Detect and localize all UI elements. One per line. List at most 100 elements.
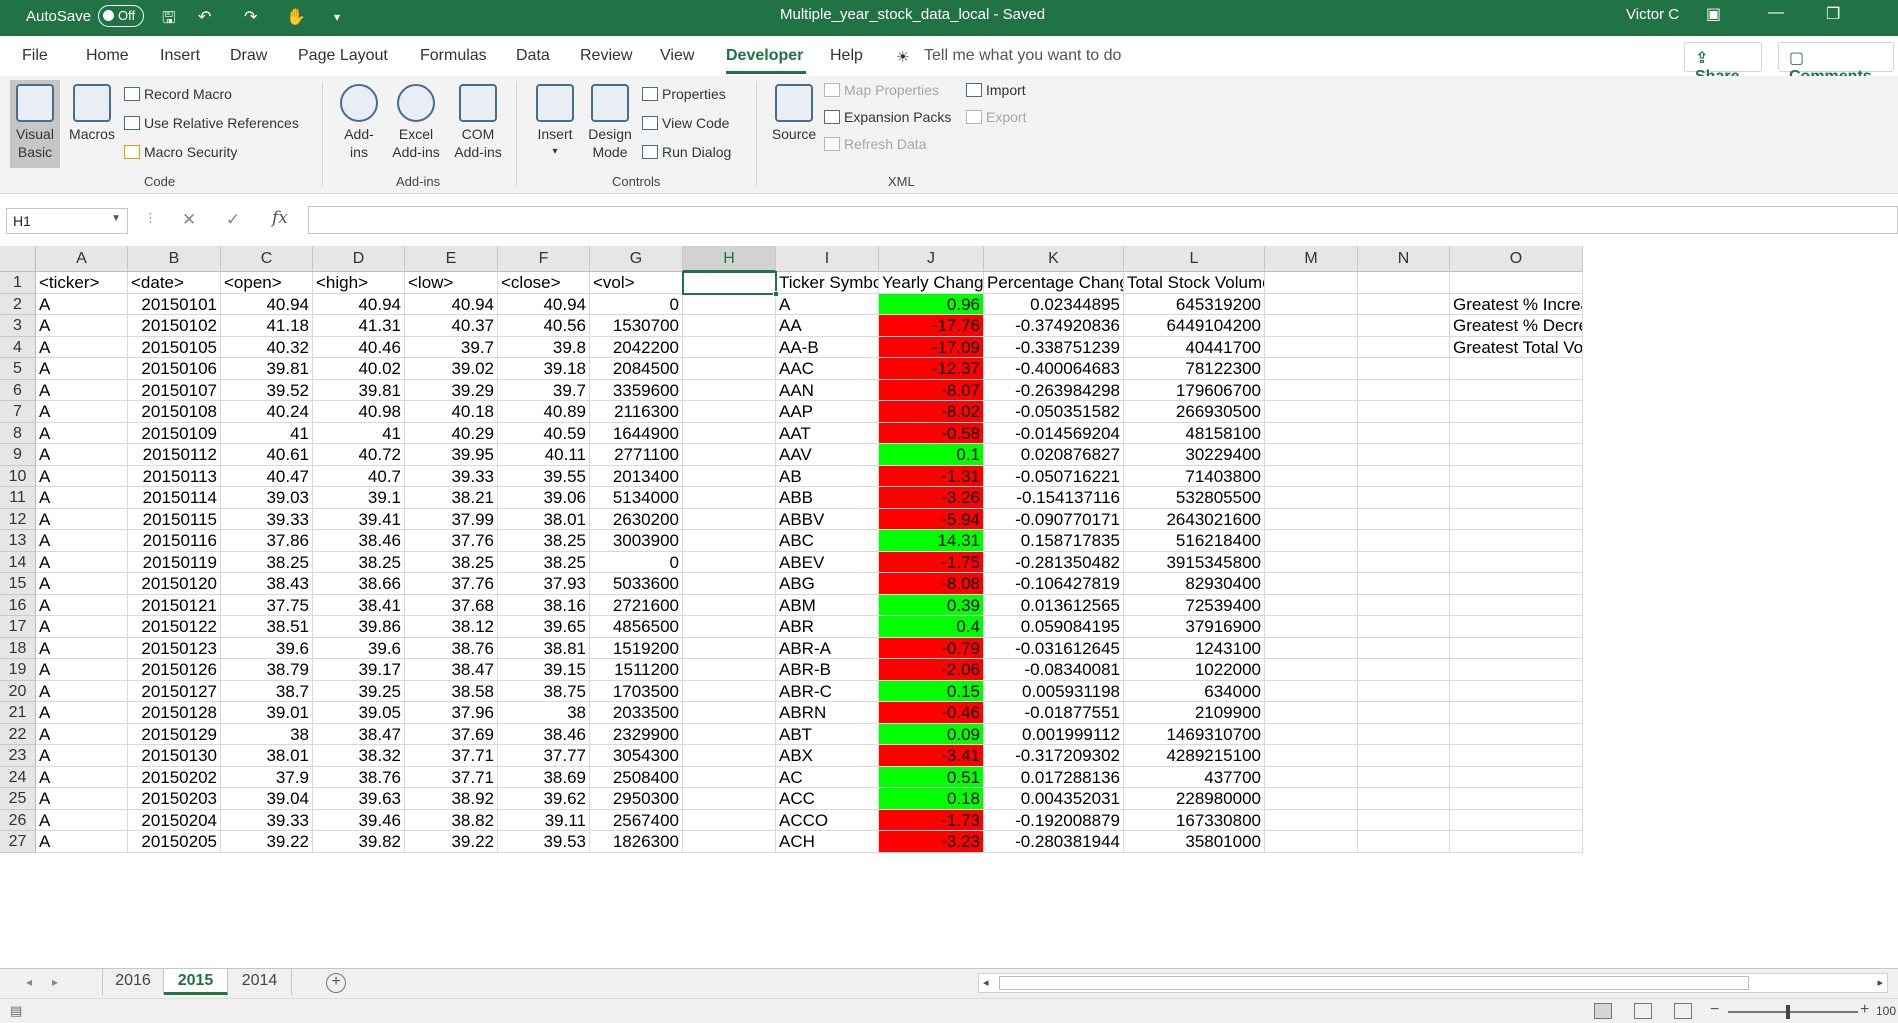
cell-k6[interactable]: -0.263984298 xyxy=(984,379,1124,401)
cell-m6[interactable] xyxy=(1265,379,1358,401)
cell-f22[interactable]: 38.46 xyxy=(498,723,590,745)
cell-h12[interactable] xyxy=(683,508,776,530)
cell-f8[interactable]: 40.59 xyxy=(498,422,590,444)
cell-b27[interactable]: 20150205 xyxy=(128,831,221,853)
zoom-slider[interactable] xyxy=(1728,1011,1858,1013)
cell-j9[interactable]: 0.1 xyxy=(879,444,984,466)
cell-i8[interactable]: AAT xyxy=(776,422,879,444)
cell-a20[interactable]: A xyxy=(36,680,128,702)
cell-d3[interactable]: 41.31 xyxy=(313,315,405,337)
cell-l15[interactable]: 82930400 xyxy=(1124,573,1265,595)
cell-g4[interactable]: 2042200 xyxy=(590,336,683,358)
cell-n14[interactable] xyxy=(1358,551,1450,573)
row-header-7[interactable]: 7 xyxy=(0,401,36,423)
cell-i12[interactable]: ABBV xyxy=(776,508,879,530)
cell-d13[interactable]: 38.46 xyxy=(313,530,405,552)
cell-l24[interactable]: 437700 xyxy=(1124,766,1265,788)
cell-e14[interactable]: 38.25 xyxy=(405,551,498,573)
row-header-10[interactable]: 10 xyxy=(0,465,36,487)
cell-c24[interactable]: 37.9 xyxy=(221,766,313,788)
cell-e22[interactable]: 37.69 xyxy=(405,723,498,745)
cell-a23[interactable]: A xyxy=(36,745,128,767)
cell-h19[interactable] xyxy=(683,659,776,681)
cell-o23[interactable] xyxy=(1450,745,1583,767)
cell-l14[interactable]: 3915345800 xyxy=(1124,551,1265,573)
cell-g16[interactable]: 2721600 xyxy=(590,594,683,616)
cell-l26[interactable]: 167330800 xyxy=(1124,809,1265,831)
share-button[interactable]: ⇪ Share xyxy=(1684,42,1762,85)
cell-e12[interactable]: 37.99 xyxy=(405,508,498,530)
cell-d17[interactable]: 39.86 xyxy=(313,616,405,638)
cell-f2[interactable]: 40.94 xyxy=(498,293,590,315)
cell-o25[interactable] xyxy=(1450,788,1583,810)
cell-f27[interactable]: 39.53 xyxy=(498,831,590,853)
cell-h15[interactable] xyxy=(683,573,776,595)
normal-view-icon[interactable] xyxy=(1594,1003,1612,1019)
cell-l6[interactable]: 179606700 xyxy=(1124,379,1265,401)
cell-h20[interactable] xyxy=(683,680,776,702)
cell-i11[interactable]: ABB xyxy=(776,487,879,509)
cell-m14[interactable] xyxy=(1265,551,1358,573)
cell-i16[interactable]: ABM xyxy=(776,594,879,616)
cell-e16[interactable]: 37.68 xyxy=(405,594,498,616)
cell-o21[interactable] xyxy=(1450,702,1583,724)
cell-b23[interactable]: 20150130 xyxy=(128,745,221,767)
row-header-2[interactable]: 2 xyxy=(0,293,36,315)
cell-i20[interactable]: ABR-C xyxy=(776,680,879,702)
refresh-data-button[interactable]: Refresh Data xyxy=(824,136,926,152)
cell-b10[interactable]: 20150113 xyxy=(128,465,221,487)
column-header-b[interactable]: B xyxy=(128,246,221,272)
cell-d4[interactable]: 40.46 xyxy=(313,336,405,358)
cell-h5[interactable] xyxy=(683,358,776,380)
cell-a19[interactable]: A xyxy=(36,659,128,681)
properties-button[interactable]: Properties xyxy=(642,86,726,102)
cell-c22[interactable]: 38 xyxy=(221,723,313,745)
cell-g27[interactable]: 1826300 xyxy=(590,831,683,853)
enter-icon[interactable]: ✓ xyxy=(226,210,240,230)
cell-a1[interactable]: <ticker> xyxy=(36,272,128,294)
cell-f9[interactable]: 40.11 xyxy=(498,444,590,466)
cell-k1[interactable]: Percentage Change xyxy=(984,272,1124,294)
sheet-tab-2014[interactable]: 2014 xyxy=(228,969,292,995)
cell-n20[interactable] xyxy=(1358,680,1450,702)
cell-o22[interactable] xyxy=(1450,723,1583,745)
column-header-h[interactable]: H xyxy=(683,246,776,272)
cell-n13[interactable] xyxy=(1358,530,1450,552)
name-box[interactable]: H1 ▼ xyxy=(6,208,128,234)
cell-i5[interactable]: AAC xyxy=(776,358,879,380)
cell-c1[interactable]: <open> xyxy=(221,272,313,294)
cell-l11[interactable]: 532805500 xyxy=(1124,487,1265,509)
cell-d6[interactable]: 39.81 xyxy=(313,379,405,401)
cell-o12[interactable] xyxy=(1450,508,1583,530)
cell-o17[interactable] xyxy=(1450,616,1583,638)
cell-n6[interactable] xyxy=(1358,379,1450,401)
cell-m23[interactable] xyxy=(1265,745,1358,767)
row-header-9[interactable]: 9 xyxy=(0,444,36,466)
cell-c13[interactable]: 37.86 xyxy=(221,530,313,552)
cell-f10[interactable]: 39.55 xyxy=(498,465,590,487)
cell-f7[interactable]: 40.89 xyxy=(498,401,590,423)
cell-j11[interactable]: -3.26 xyxy=(879,487,984,509)
cell-b25[interactable]: 20150203 xyxy=(128,788,221,810)
cell-g25[interactable]: 2950300 xyxy=(590,788,683,810)
cell-c19[interactable]: 38.79 xyxy=(221,659,313,681)
cell-m13[interactable] xyxy=(1265,530,1358,552)
cell-h4[interactable] xyxy=(683,336,776,358)
add-sheet-icon[interactable]: + xyxy=(326,973,346,993)
row-header-8[interactable]: 8 xyxy=(0,422,36,444)
cell-b21[interactable]: 20150128 xyxy=(128,702,221,724)
cell-o7[interactable] xyxy=(1450,401,1583,423)
cell-m26[interactable] xyxy=(1265,809,1358,831)
cell-l23[interactable]: 4289215100 xyxy=(1124,745,1265,767)
cell-o8[interactable] xyxy=(1450,422,1583,444)
cell-d16[interactable]: 38.41 xyxy=(313,594,405,616)
cell-j20[interactable]: 0.15 xyxy=(879,680,984,702)
tab-insert[interactable]: Insert xyxy=(160,47,200,65)
relative-references-button[interactable]: Use Relative References xyxy=(124,115,299,131)
cell-l3[interactable]: 6449104200 xyxy=(1124,315,1265,337)
cell-d11[interactable]: 39.1 xyxy=(313,487,405,509)
view-code-button[interactable]: View Code xyxy=(642,115,729,131)
cell-g17[interactable]: 4856500 xyxy=(590,616,683,638)
cell-f15[interactable]: 37.93 xyxy=(498,573,590,595)
cell-o10[interactable] xyxy=(1450,465,1583,487)
